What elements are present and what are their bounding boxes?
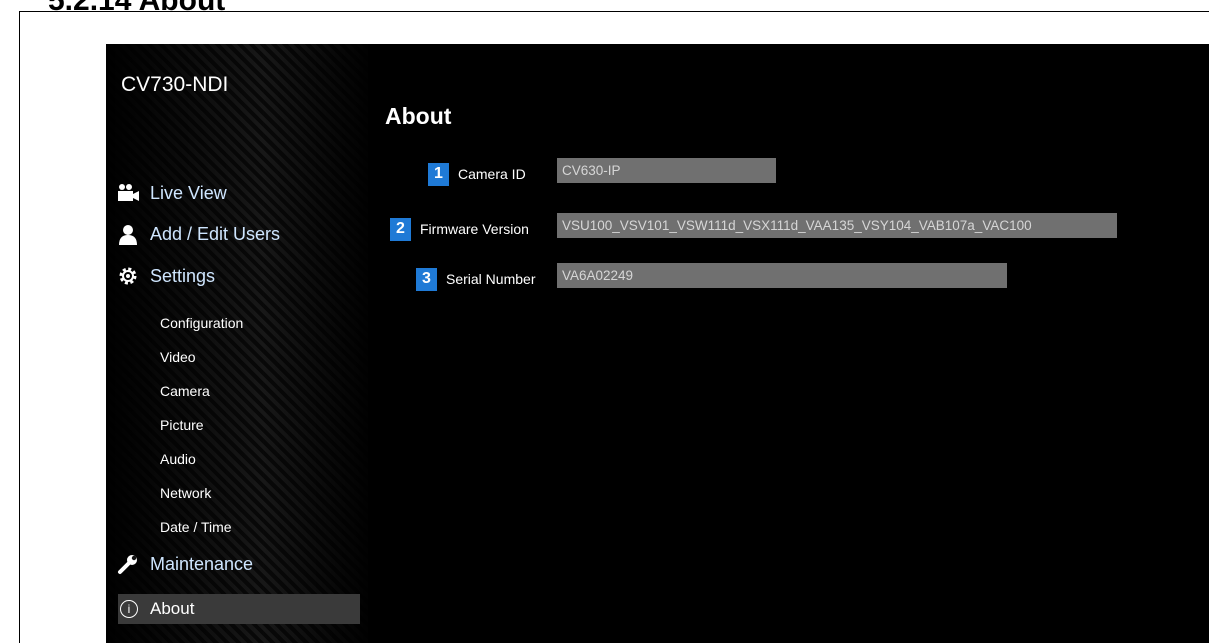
sub-item-picture[interactable]: Picture: [160, 417, 204, 433]
serial-number-label: Serial Number: [446, 271, 536, 287]
firmware-version-row: 2 Firmware Version: [390, 216, 529, 242]
sub-item-configuration[interactable]: Configuration: [160, 315, 243, 331]
camera-icon: [116, 181, 140, 205]
nav-add-edit-users[interactable]: Add / Edit Users: [116, 221, 280, 247]
gear-icon: [116, 264, 140, 288]
camera-id-field[interactable]: [557, 158, 776, 183]
nav-settings-label: Settings: [150, 265, 216, 286]
nav-about[interactable]: i About: [120, 596, 194, 622]
wrench-icon: [116, 552, 140, 576]
sub-item-network[interactable]: Network: [160, 485, 211, 501]
callout-badge-1: 1: [428, 162, 449, 186]
camera-web-ui: CV730-NDI Live View Add / Edit Users Set…: [106, 44, 1209, 643]
user-icon: [116, 222, 140, 246]
sub-item-video[interactable]: Video: [160, 349, 196, 365]
info-icon: i: [120, 600, 138, 618]
nav-maintenance-label: Maintenance: [150, 553, 254, 574]
sidebar: CV730-NDI Live View Add / Edit Users Set…: [106, 44, 368, 643]
serial-number-field[interactable]: [557, 263, 1007, 288]
camera-id-label: Camera ID: [458, 166, 526, 182]
brand-title: CV730-NDI: [121, 73, 229, 96]
nav-live-view-label: Live View: [150, 182, 227, 203]
nav-add-edit-users-label: Add / Edit Users: [150, 223, 281, 244]
camera-id-row: 1 Camera ID: [428, 161, 526, 187]
page-title: About: [385, 103, 452, 129]
serial-number-row: 3 Serial Number: [416, 266, 535, 292]
nav-settings[interactable]: Settings: [116, 263, 215, 289]
nav-live-view[interactable]: Live View: [116, 180, 227, 206]
firmware-version-field[interactable]: [557, 213, 1117, 238]
nav-maintenance[interactable]: Maintenance: [116, 551, 253, 577]
callout-badge-3: 3: [416, 267, 437, 291]
callout-badge-2: 2: [390, 217, 411, 241]
nav-about-label: About: [150, 599, 195, 618]
sub-item-audio[interactable]: Audio: [160, 451, 196, 467]
sub-item-camera[interactable]: Camera: [160, 383, 210, 399]
sub-item-date-time[interactable]: Date / Time: [160, 519, 232, 535]
firmware-version-label: Firmware Version: [420, 221, 529, 237]
